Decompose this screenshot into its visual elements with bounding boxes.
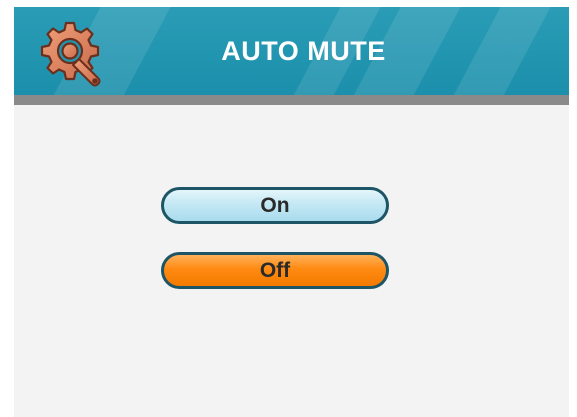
header: AUTO MUTE: [14, 7, 569, 95]
page-title-text: AUTO MUTE: [221, 36, 386, 66]
on-button-label: On: [260, 194, 290, 217]
off-button[interactable]: Off: [161, 252, 389, 289]
header-divider: [14, 95, 569, 105]
page-title: AUTO MUTE: [14, 7, 569, 95]
off-button-label: Off: [259, 259, 291, 282]
on-button[interactable]: On: [161, 187, 389, 224]
